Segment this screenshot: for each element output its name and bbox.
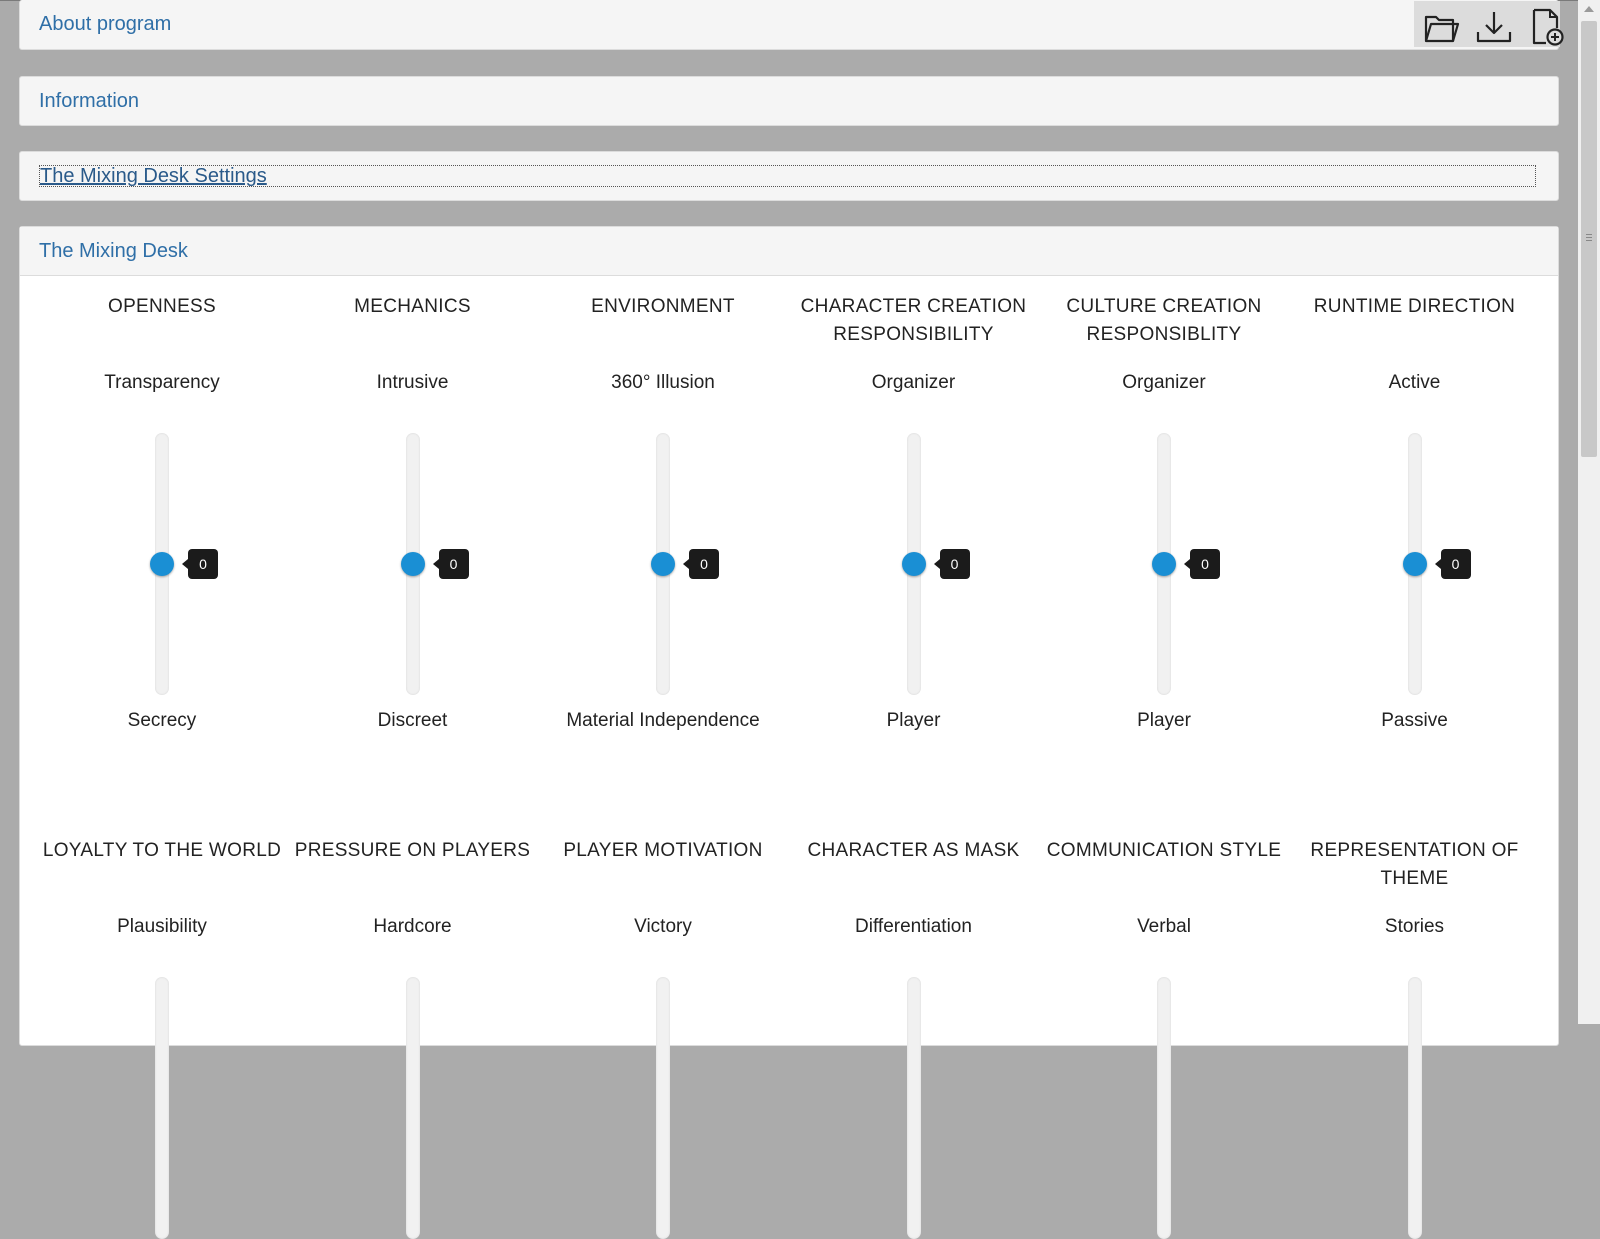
toolbar: [1414, 1, 1564, 47]
open-file-button[interactable]: [1422, 8, 1462, 46]
slider-column: REPRESENTATION OF THEME Stories: [1292, 837, 1538, 1239]
slider-column: CHARACTER CREATION RESPONSIBILITY Organiz…: [791, 293, 1037, 731]
slider-track[interactable]: [906, 977, 921, 1239]
slider-track[interactable]: [155, 977, 169, 1239]
new-file-button[interactable]: [1526, 8, 1566, 46]
slider-title: LOYALTY TO THE WORLD: [42, 840, 282, 861]
download-icon: [1476, 12, 1512, 43]
information-panel[interactable]: Information: [19, 76, 1559, 126]
slider-column: MECHANICS Intrusive 0 Discreet: [290, 293, 536, 731]
slider-top-label: Transparency: [104, 372, 220, 393]
slider-bottom-label: Secrecy: [127, 710, 197, 731]
slider-handle[interactable]: [901, 552, 926, 576]
slider-top-label: Hardcore: [373, 916, 452, 937]
folder-open-icon: [1424, 15, 1460, 43]
slider-top-label: Verbal: [1137, 916, 1191, 937]
slider-handle[interactable]: [1402, 552, 1427, 576]
slider-title: COMMUNICATION STYLE: [1046, 840, 1282, 861]
slider-column: RUNTIME DIRECTION Active 0 Passive: [1292, 293, 1538, 731]
mixing-desk-settings-link[interactable]: The Mixing Desk Settings: [40, 165, 267, 188]
scroll-grip-icon: [1586, 234, 1592, 235]
slider-top-label: Organizer: [871, 372, 956, 393]
slider-handle[interactable]: [1152, 552, 1176, 576]
new-file-icon: [1532, 8, 1564, 46]
slider-title: ENVIRONMENT: [591, 296, 735, 317]
download-button[interactable]: [1474, 8, 1514, 46]
slider-title: REPRESENTATION OF THEME: [1310, 840, 1519, 889]
slider-title: RUNTIME DIRECTION: [1313, 296, 1516, 317]
slider-handle[interactable]: [651, 552, 675, 576]
slider-column: PLAYER MOTIVATION Victory: [540, 837, 786, 1239]
slider-title: PLAYER MOTIVATION: [563, 840, 763, 861]
slider-bottom-label: Material Independence: [566, 710, 760, 731]
slider-title: PRESSURE ON PLAYERS: [294, 840, 531, 861]
vertical-scrollbar[interactable]: [1578, 0, 1600, 1024]
mixing-desk-settings-panel[interactable]: The Mixing Desk Settings: [19, 151, 1559, 201]
slider-value-tooltip: 0: [432, 549, 469, 579]
slider-track[interactable]: [656, 977, 670, 1239]
slider-column: COMMUNICATION STYLE Verbal: [1041, 837, 1287, 1239]
slider-value-tooltip: 0: [683, 549, 719, 579]
slider-top-label: Organizer: [1122, 372, 1206, 393]
slider-handle[interactable]: [150, 552, 174, 576]
mixing-desk-link[interactable]: The Mixing Desk: [39, 240, 188, 263]
slider-track[interactable]: [405, 977, 420, 1239]
slider-bottom-label: Passive: [1381, 710, 1448, 731]
slider-bottom-label: Player: [886, 710, 941, 731]
slider-top-label: Intrusive: [376, 372, 449, 393]
about-program-link[interactable]: About program: [39, 13, 171, 36]
slider-column: PRESSURE ON PLAYERS Hardcore: [290, 837, 536, 1239]
slider-column: CULTURE CREATION RESPONSIBLITY Organizer 0…: [1041, 293, 1287, 731]
slider-bottom-label: Discreet: [377, 710, 448, 731]
slider-value-tooltip: 0: [1184, 549, 1220, 579]
about-program-panel[interactable]: About program: [19, 0, 1559, 50]
slider-value-tooltip: 0: [933, 549, 970, 579]
slider-title: CHARACTER AS MASK: [807, 840, 1020, 861]
slider-top-label: Plausibility: [117, 916, 207, 937]
slider-bottom-label: Player: [1137, 710, 1191, 731]
scroll-up-arrow-icon[interactable]: [1584, 6, 1594, 12]
slider-top-label: Victory: [634, 916, 692, 937]
slider-column: OPENNESS Transparency 0 Secrecy: [39, 293, 285, 731]
slider-column: CHARACTER AS MASK Differentiation: [791, 837, 1037, 1239]
slider-title: MECHANICS: [354, 296, 471, 317]
information-link[interactable]: Information: [39, 90, 139, 113]
slider-top-label: 360° Illusion: [611, 372, 715, 393]
slider-handle[interactable]: [400, 552, 425, 576]
slider-top-label: Stories: [1384, 916, 1445, 937]
slider-title: CHARACTER CREATION RESPONSIBILITY: [800, 296, 1027, 345]
slider-title: CULTURE CREATION RESPONSIBLITY: [1066, 296, 1262, 345]
scrollbar-thumb[interactable]: [1581, 21, 1597, 457]
slider-value-tooltip: 0: [1434, 549, 1471, 579]
slider-top-label: Active: [1388, 372, 1441, 393]
slider-value-tooltip: 0: [182, 549, 218, 579]
slider-top-label: Differentiation: [855, 916, 972, 937]
slider-title: OPENNESS: [108, 296, 216, 317]
mixing-desk-panel: The Mixing Desk OPENNESS Transparency 0 Sec…: [19, 226, 1559, 1239]
slider-column: LOYALTY TO THE WORLD Plausibility: [39, 837, 285, 1239]
slider-track[interactable]: [1407, 977, 1422, 1239]
slider-column: ENVIRONMENT 360° Illusion 0 Material Indepe…: [540, 293, 786, 731]
mixing-desk-header[interactable]: The Mixing Desk: [20, 227, 1558, 276]
slider-track[interactable]: [1157, 977, 1171, 1239]
